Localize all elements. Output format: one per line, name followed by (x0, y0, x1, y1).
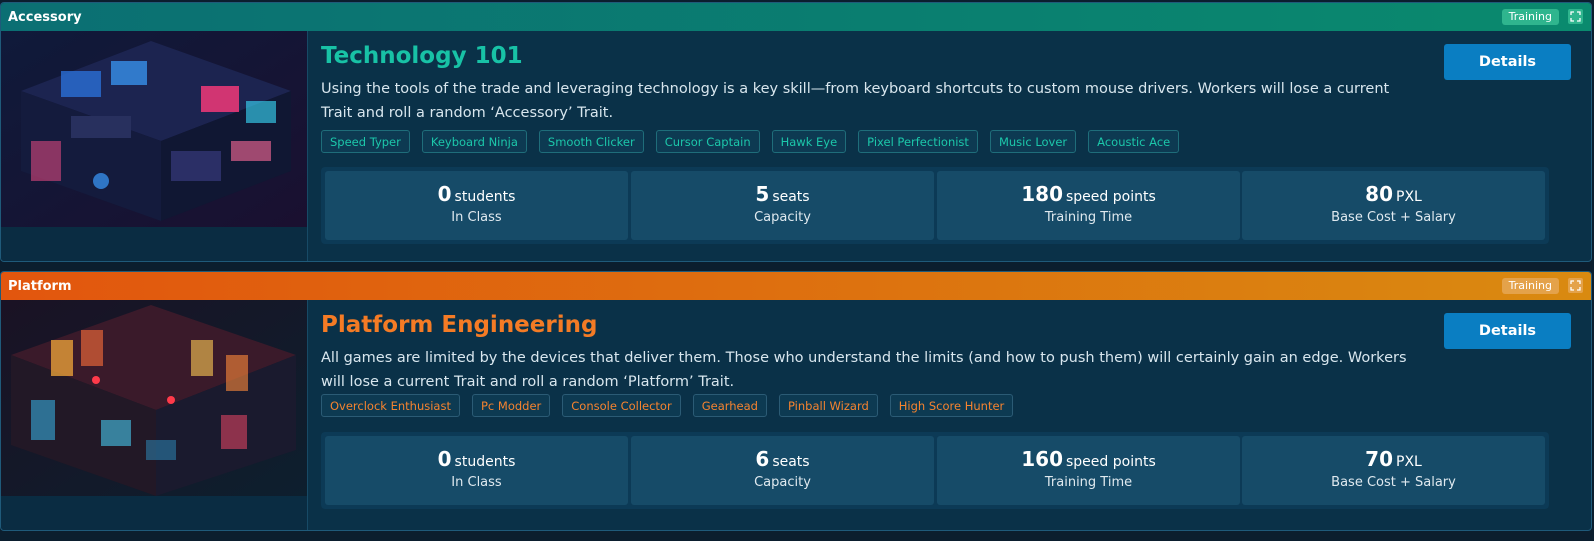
stat-in-class: 0 students In Class (325, 171, 628, 240)
stat-value: 0 (437, 447, 452, 471)
stat-cost: 80 PXL Base Cost + Salary (1242, 171, 1545, 240)
stat-unit: PXL (1396, 454, 1422, 470)
stat-value: 0 (437, 182, 452, 206)
details-button[interactable]: Details (1444, 44, 1571, 80)
stat-label: Capacity (754, 210, 811, 225)
training-card-platform: Platform Training Platform Engineering A… (0, 271, 1592, 531)
stat-label: In Class (451, 210, 502, 225)
course-title: Platform Engineering (321, 312, 598, 338)
stat-label: Base Cost + Salary (1331, 210, 1456, 225)
image-footer-pad (1, 227, 307, 261)
course-title: Technology 101 (321, 43, 523, 69)
stat-label: Training Time (1044, 475, 1133, 490)
trait-tag: Acoustic Ace (1088, 130, 1180, 153)
training-badge: Training (1501, 278, 1559, 294)
stat-cost: 70 PXL Base Cost + Salary (1242, 436, 1545, 505)
stat-unit: seats (772, 454, 810, 470)
stat-value: 5 (755, 182, 770, 206)
trait-tag: Cursor Captain (655, 130, 760, 153)
stat-value: 6 (755, 447, 770, 471)
arcade-room-illustration (1, 300, 307, 496)
trait-tags: Speed Typer Keyboard Ninja Smooth Clicke… (321, 130, 1180, 153)
stat-in-class: 0 students In Class (325, 436, 628, 505)
divider (307, 300, 308, 530)
stat-label: In Class (451, 475, 502, 490)
image-footer-pad (1, 496, 307, 530)
trait-tag: Speed Typer (321, 130, 410, 153)
trait-tag: High Score Hunter (889, 394, 1014, 417)
stat-value: 80 (1365, 182, 1393, 206)
card-header: Accessory Training (1, 3, 1591, 31)
stat-label: Base Cost + Salary (1331, 475, 1456, 490)
expand-icon[interactable] (1568, 9, 1583, 24)
stat-label: Training Time (1044, 210, 1133, 225)
trait-tag: Music Lover (989, 130, 1077, 153)
trait-tag: Smooth Clicker (538, 130, 644, 153)
stat-training-time: 180 speed points Training Time (937, 171, 1240, 240)
stat-value: 180 (1021, 182, 1063, 206)
trait-tag: Pinball Wizard (778, 394, 878, 417)
training-card-accessory: Accessory Training Technology 101 Using … (0, 2, 1592, 262)
stat-unit: PXL (1396, 189, 1422, 205)
stat-training-time: 160 speed points Training Time (937, 436, 1240, 505)
divider (307, 31, 308, 261)
trait-tags: Overclock Enthusiast Pc Modder Console C… (321, 394, 1014, 417)
stat-capacity: 5 seats Capacity (631, 171, 934, 240)
training-badge: Training (1501, 9, 1559, 25)
stat-unit: speed points (1066, 189, 1156, 205)
trait-tag: Hawk Eye (771, 130, 847, 153)
stat-unit: seats (772, 189, 810, 205)
tech-workstation-illustration (1, 31, 307, 227)
stat-unit: students (454, 454, 516, 470)
stat-value: 70 (1365, 447, 1393, 471)
trait-tag: Pixel Perfectionist (858, 130, 978, 153)
card-category: Accessory (8, 9, 82, 25)
stat-unit: speed points (1066, 454, 1156, 470)
course-description: Using the tools of the trade and leverag… (321, 81, 1390, 121)
trait-tag: Keyboard Ninja (421, 130, 527, 153)
stats-panel: 0 students In Class 6 seats Capacity 160 sp… (321, 432, 1549, 509)
trait-tag: Console Collector (562, 394, 681, 417)
stats-panel: 0 students In Class 5 seats Capacity 180 sp… (321, 167, 1549, 244)
card-category: Platform (8, 278, 72, 294)
stat-value: 160 (1021, 447, 1063, 471)
card-header: Platform Training (1, 272, 1591, 300)
stat-unit: students (454, 189, 516, 205)
stat-capacity: 6 seats Capacity (631, 436, 934, 505)
trait-tag: Overclock Enthusiast (321, 394, 460, 417)
expand-icon[interactable] (1568, 278, 1583, 293)
stat-label: Capacity (754, 475, 811, 490)
details-button[interactable]: Details (1444, 313, 1571, 349)
trait-tag: Gearhead (692, 394, 767, 417)
trait-tag: Pc Modder (471, 394, 551, 417)
course-description: All games are limited by the devices tha… (321, 350, 1407, 390)
